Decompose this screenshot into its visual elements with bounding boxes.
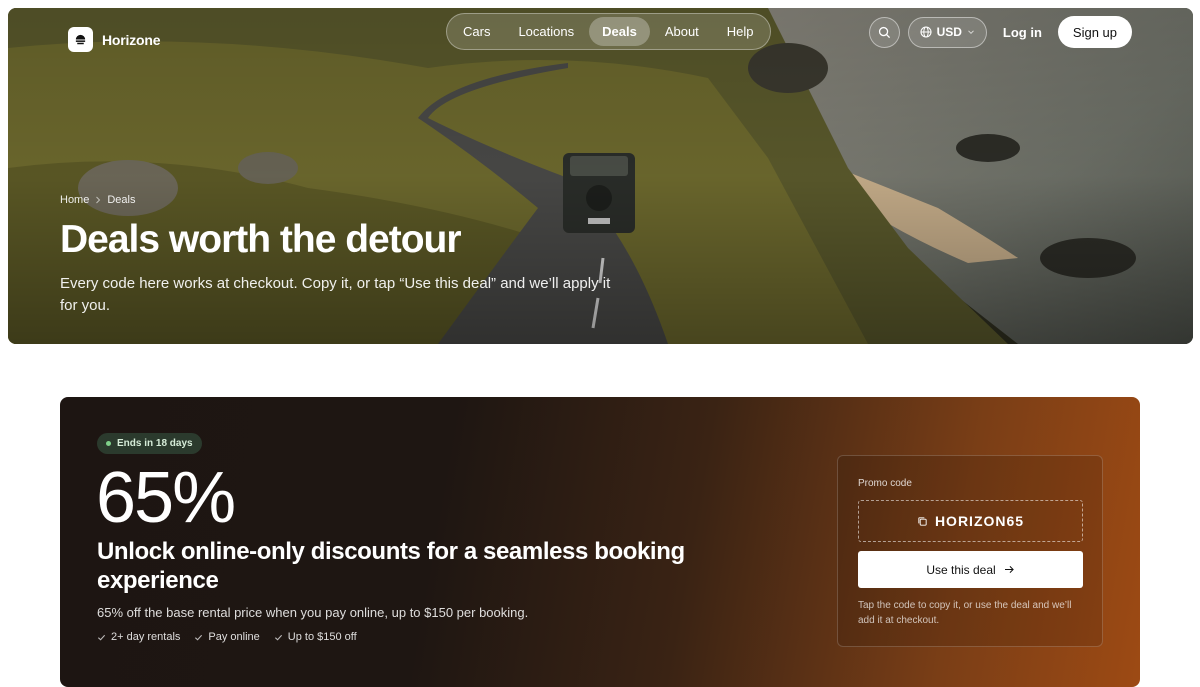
tab-locations[interactable]: Locations <box>505 17 587 46</box>
signup-button[interactable]: Sign up <box>1057 16 1132 48</box>
hero-banner: Horizone Cars Locations Deals About Help… <box>8 8 1193 344</box>
deal-title: Unlock online-only discounts for a seaml… <box>97 538 685 594</box>
use-deal-label: Use this deal <box>926 562 996 577</box>
feature-label: 2+ day rentals <box>111 631 181 643</box>
feature-item: Pay online <box>194 631 260 643</box>
discount-percent: 65% <box>96 458 236 538</box>
check-icon <box>195 634 203 641</box>
login-link[interactable]: Log in <box>995 25 1050 40</box>
chevron-right-icon <box>96 196 101 204</box>
header-actions: USD Log in Sign up <box>868 16 1132 48</box>
expiry-badge: Ends in 18 days <box>97 433 202 454</box>
currency-label: USD <box>936 25 962 39</box>
feature-item: 2+ day rentals <box>97 631 180 643</box>
breadcrumb: Home Deals <box>60 194 135 206</box>
tab-about[interactable]: About <box>652 17 712 46</box>
expiry-badge-label: Ends in 18 days <box>117 438 193 449</box>
tab-help[interactable]: Help <box>714 17 767 46</box>
arrow-right-icon <box>1004 565 1014 574</box>
tab-cars[interactable]: Cars <box>450 17 503 46</box>
deal-features: 2+ day rentals Pay online Up to $150 off <box>97 631 357 643</box>
brand-name: Horizone <box>102 31 161 48</box>
copy-icon <box>918 516 927 526</box>
tab-deals[interactable]: Deals <box>589 17 650 46</box>
check-icon <box>274 634 282 641</box>
page-title: Deals worth the detour <box>60 218 462 261</box>
logo-icon <box>68 27 93 52</box>
deal-description: 65% off the base rental price when you p… <box>97 605 529 620</box>
use-deal-button[interactable]: Use this deal <box>858 551 1083 588</box>
main-nav: Cars Locations Deals About Help <box>446 13 771 50</box>
feature-label: Pay online <box>208 631 260 643</box>
status-dot-icon <box>106 441 111 446</box>
search-icon <box>878 26 890 38</box>
chevron-down-icon <box>968 30 974 35</box>
deal-card: Ends in 18 days 65% Unlock online-only d… <box>60 397 1140 687</box>
search-button[interactable] <box>868 16 900 48</box>
promo-help-text: Tap the code to copy it, or use the deal… <box>858 600 1072 626</box>
page-subtitle: Every code here works at checkout. Copy … <box>60 275 611 314</box>
feature-label: Up to $150 off <box>287 631 357 643</box>
check-icon <box>97 634 106 641</box>
promo-code-copy[interactable]: HORIZON65 <box>858 500 1083 542</box>
breadcrumb-home[interactable]: Home <box>60 194 89 206</box>
globe-icon <box>920 26 932 38</box>
promo-label: Promo code <box>858 478 912 489</box>
currency-selector[interactable]: USD <box>907 16 987 48</box>
brand[interactable]: Horizone <box>68 27 160 52</box>
promo-code: HORIZON65 <box>934 513 1025 529</box>
feature-item: Up to $150 off <box>274 631 357 643</box>
promo-panel: Promo code HORIZON65 Use this deal Tap t… <box>837 455 1103 647</box>
breadcrumb-deals: Deals <box>107 194 136 206</box>
